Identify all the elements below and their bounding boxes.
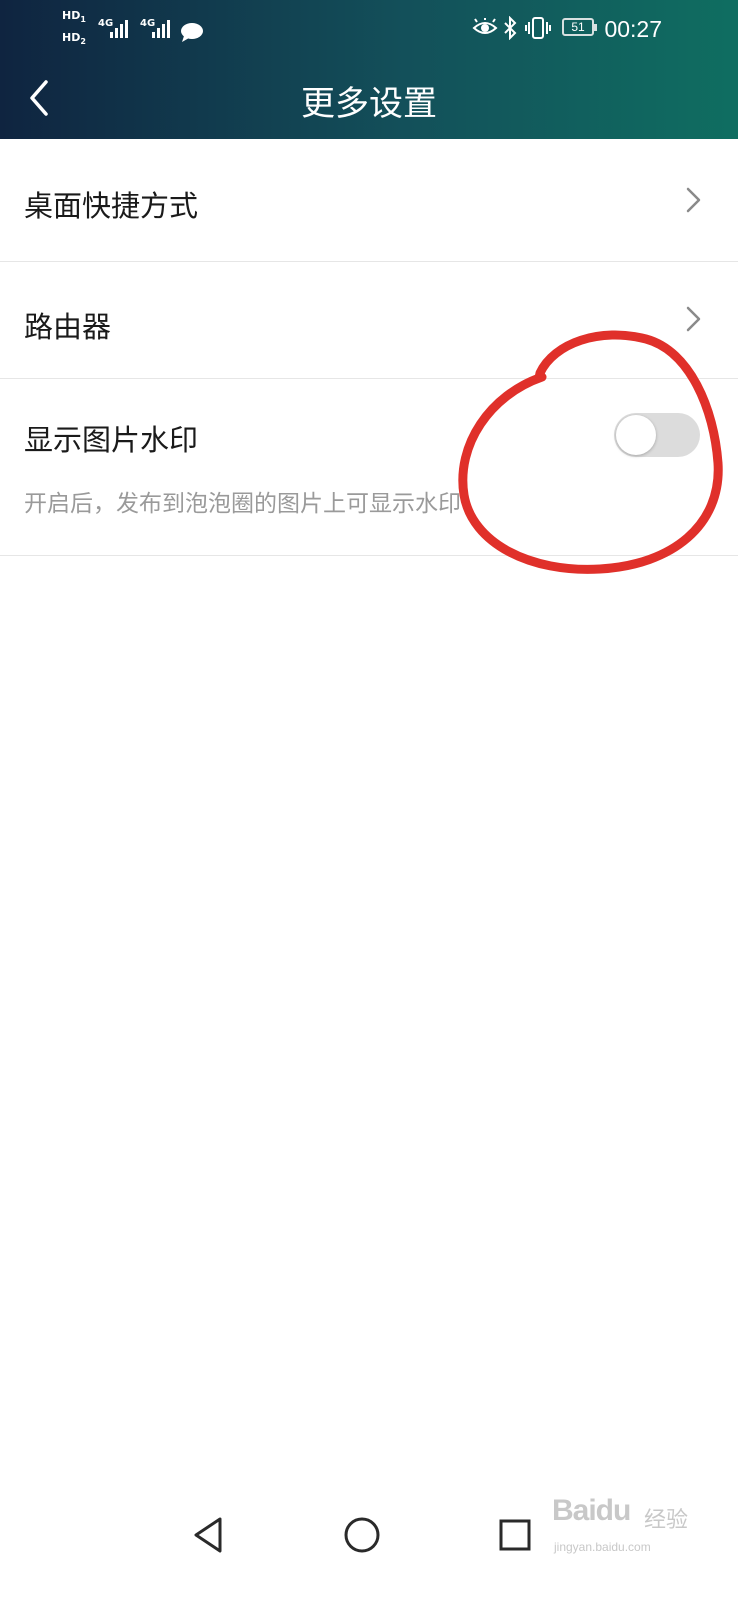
nav-recents-button[interactable] [490,1510,540,1560]
battery-icon: 51 [562,18,597,36]
sim1-badge: HD1 [62,9,86,25]
circle-home-icon [344,1517,380,1553]
setting-label: 路由器 [24,310,112,344]
eye-comfort-icon [472,18,498,34]
setting-row-desktop-shortcut[interactable]: 桌面快捷方式 [0,139,738,261]
setting-label: 显示图片水印 [24,423,199,457]
baidu-watermark: Baidu 经验 jingyan.baidu.com [552,1490,702,1560]
watermark-url: jingyan.baidu.com [554,1540,651,1554]
bluetooth-icon [504,16,517,40]
app-header: HD1 HD2 4G 4G 51 00:27 更多设置 [0,0,738,139]
signal1-icon [110,16,128,38]
sim2-badge: HD2 [62,31,86,47]
square-recents-icon [499,1519,531,1551]
nav-back-button[interactable] [184,1510,234,1560]
chevron-right-icon [686,187,701,213]
setting-label: 桌面快捷方式 [24,189,199,223]
status-time: 00:27 [604,16,662,42]
nav-home-button[interactable] [337,1510,387,1560]
annotation-circle [458,330,723,574]
setting-description: 开启后，发布到泡泡圈的图片上可显示水印 [24,491,461,517]
message-icon [181,23,203,42]
watermark-sub: 经验 [644,1507,689,1532]
watermark-brand: Baidu [552,1494,631,1527]
triangle-back-icon [194,1517,222,1553]
signal2-icon [152,16,170,38]
vibrate-icon [525,17,551,39]
page-title: 更多设置 [301,84,437,124]
